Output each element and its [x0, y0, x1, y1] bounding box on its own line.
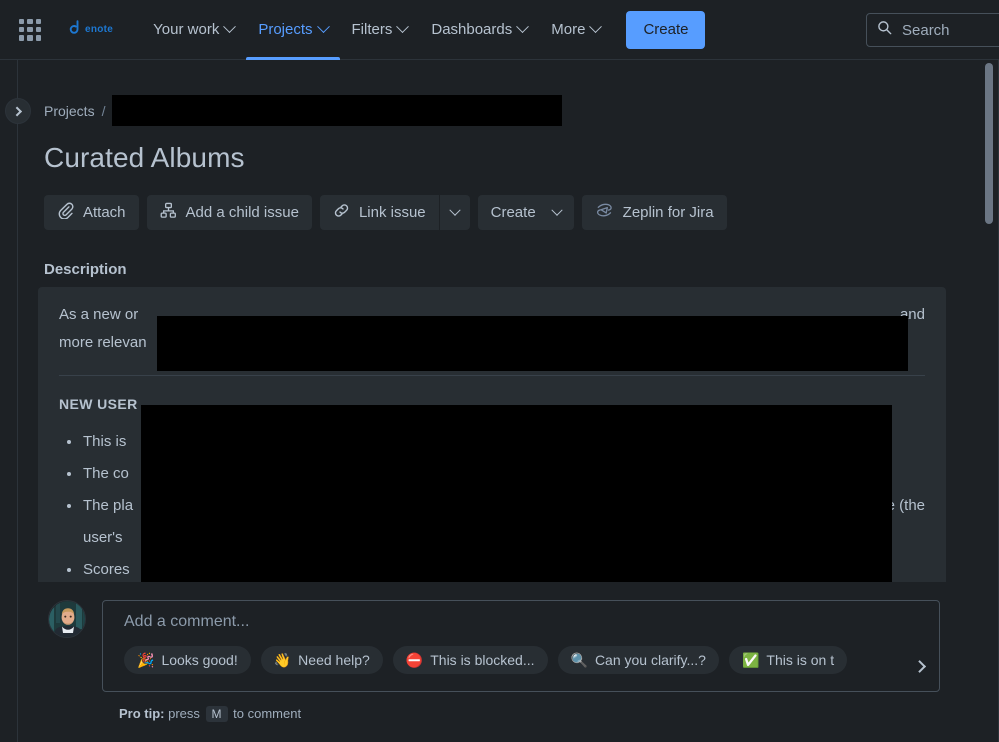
- keyboard-key-m: M: [205, 706, 228, 722]
- pro-tip-prefix: Pro tip:: [119, 706, 165, 721]
- enote-logo-icon: [68, 20, 81, 39]
- chevron-right-icon: [11, 106, 22, 116]
- chip-can-you-clarify[interactable]: 🔍 Can you clarify...?: [557, 646, 719, 674]
- nav-item-label: Dashboards: [431, 21, 513, 38]
- nav-item-more[interactable]: More: [539, 0, 612, 60]
- pro-tip-after: to comment: [233, 706, 302, 721]
- brand-wordmark: enote: [85, 24, 114, 35]
- create-button[interactable]: Create: [626, 10, 706, 49]
- paperclip-icon: [57, 202, 74, 223]
- search-icon: [877, 20, 892, 40]
- sidebar-rail: [0, 60, 18, 742]
- bullet-text-wrap: user's: [83, 529, 123, 546]
- quick-reply-chips: 🎉 Looks good! 👋 Need help? ⛔ This is blo…: [124, 646, 939, 674]
- redacted-description-block-1: [157, 316, 908, 371]
- waving-hand-icon: 👋: [273, 652, 292, 668]
- nav-item-dashboards[interactable]: Dashboards: [419, 0, 539, 60]
- nav-links: Your work Projects Filters Dashboards Mo…: [141, 0, 612, 60]
- page-title: Curated Albums: [44, 142, 245, 173]
- nav-item-label: More: [551, 21, 586, 38]
- redacted-description-block-2: [141, 405, 892, 597]
- chip-this-is-blocked[interactable]: ⛔ This is blocked...: [392, 646, 548, 674]
- link-issue-dropdown-button[interactable]: [439, 195, 470, 230]
- chevron-right-icon: [912, 659, 926, 673]
- nav-item-projects[interactable]: Projects: [246, 0, 340, 60]
- issue-action-toolbar: Attach Add a child issue Link issue Crea…: [44, 195, 955, 230]
- magnifying-glass-icon: 🔍: [570, 652, 588, 668]
- description-text-start: As a new or: [59, 306, 139, 323]
- comment-zone: Add a comment... 🎉 Looks good! 👋 Need he…: [19, 582, 955, 742]
- main-content: Projects / Curated Albums Attach Add a c…: [19, 60, 955, 742]
- bullet-text: Scores: [83, 561, 130, 578]
- brand-logo[interactable]: enote: [68, 20, 113, 39]
- chevron-down-icon: [223, 20, 237, 34]
- breadcrumb: Projects /: [44, 95, 955, 126]
- chevron-down-icon: [396, 20, 410, 34]
- avatar[interactable]: [48, 600, 86, 638]
- link-chain-icon: [333, 202, 350, 223]
- chip-looks-good[interactable]: 🎉 Looks good!: [124, 646, 251, 674]
- create-dropdown-button[interactable]: Create: [477, 195, 574, 230]
- action-label: Add a child issue: [185, 204, 299, 221]
- action-label: Link issue: [358, 204, 426, 221]
- no-entry-icon: ⛔: [405, 652, 424, 668]
- sidebar-expand-button[interactable]: [5, 98, 31, 124]
- party-popper-icon: 🎉: [137, 652, 155, 668]
- chip-this-is-on-track[interactable]: ✅ This is on t: [728, 646, 848, 674]
- zeplin-for-jira-button[interactable]: Zeplin for Jira: [581, 195, 727, 230]
- bullet-text: The pla: [83, 497, 134, 514]
- chip-label: Need help?: [298, 652, 370, 668]
- nav-item-label: Projects: [258, 21, 313, 38]
- chip-label: Looks good!: [161, 652, 238, 668]
- vertical-scrollbar-track[interactable]: [984, 61, 994, 742]
- chips-scroll-right-button[interactable]: [905, 649, 939, 683]
- vertical-scrollbar-thumb[interactable]: [985, 63, 993, 224]
- bullet-text-end: e (the: [886, 497, 925, 514]
- action-label: Zeplin for Jira: [622, 204, 714, 221]
- chevron-down-icon: [448, 204, 461, 216]
- check-mark-icon: ✅: [741, 652, 760, 668]
- comment-input-box[interactable]: Add a comment... 🎉 Looks good! 👋 Need he…: [102, 600, 940, 692]
- zeplin-icon: [595, 202, 614, 223]
- nav-item-label: Filters: [351, 21, 393, 38]
- breadcrumb-projects-link[interactable]: Projects: [44, 103, 95, 119]
- bullet-text: The co: [83, 465, 129, 482]
- nav-item-your-work[interactable]: Your work: [141, 0, 246, 60]
- action-label: Attach: [83, 204, 126, 221]
- pro-tip-text: Pro tip: press M to comment: [119, 706, 955, 722]
- description-divider: [59, 375, 925, 376]
- bullet-text: This is: [83, 433, 127, 450]
- search-box[interactable]: [866, 13, 999, 47]
- link-issue-button[interactable]: Link issue: [319, 195, 439, 230]
- chip-need-help[interactable]: 👋 Need help?: [260, 646, 383, 674]
- top-navigation-bar: enote Your work Projects Filters Dashboa…: [0, 0, 999, 60]
- add-child-issue-button[interactable]: Add a child issue: [146, 195, 312, 230]
- child-issue-icon: [160, 202, 177, 223]
- pro-tip-before: press: [168, 706, 200, 721]
- nav-item-label: Your work: [153, 21, 220, 38]
- description-label: Description: [44, 261, 127, 278]
- action-label: Create: [490, 204, 536, 221]
- link-issue-split-button: Link issue: [319, 195, 470, 230]
- search-input[interactable]: [902, 21, 999, 39]
- attach-button[interactable]: Attach: [44, 195, 139, 230]
- chevron-down-icon: [516, 20, 530, 34]
- nav-item-filters[interactable]: Filters: [340, 0, 420, 60]
- chip-label: Can you clarify...?: [594, 652, 706, 668]
- chip-label: This is blocked...: [430, 652, 535, 668]
- breadcrumb-separator: /: [101, 102, 106, 119]
- redacted-breadcrumb-item: [112, 95, 563, 126]
- comment-row: Add a comment... 🎉 Looks good! 👋 Need he…: [48, 600, 955, 692]
- comment-placeholder: Add a comment...: [124, 613, 250, 630]
- description-text-line2: more relevan: [59, 334, 147, 351]
- chip-label: This is on t: [766, 652, 835, 668]
- chevron-down-icon: [589, 20, 603, 34]
- grid-apps-icon[interactable]: [14, 14, 46, 46]
- chevron-down-icon: [551, 204, 563, 216]
- chevron-down-icon: [316, 20, 330, 34]
